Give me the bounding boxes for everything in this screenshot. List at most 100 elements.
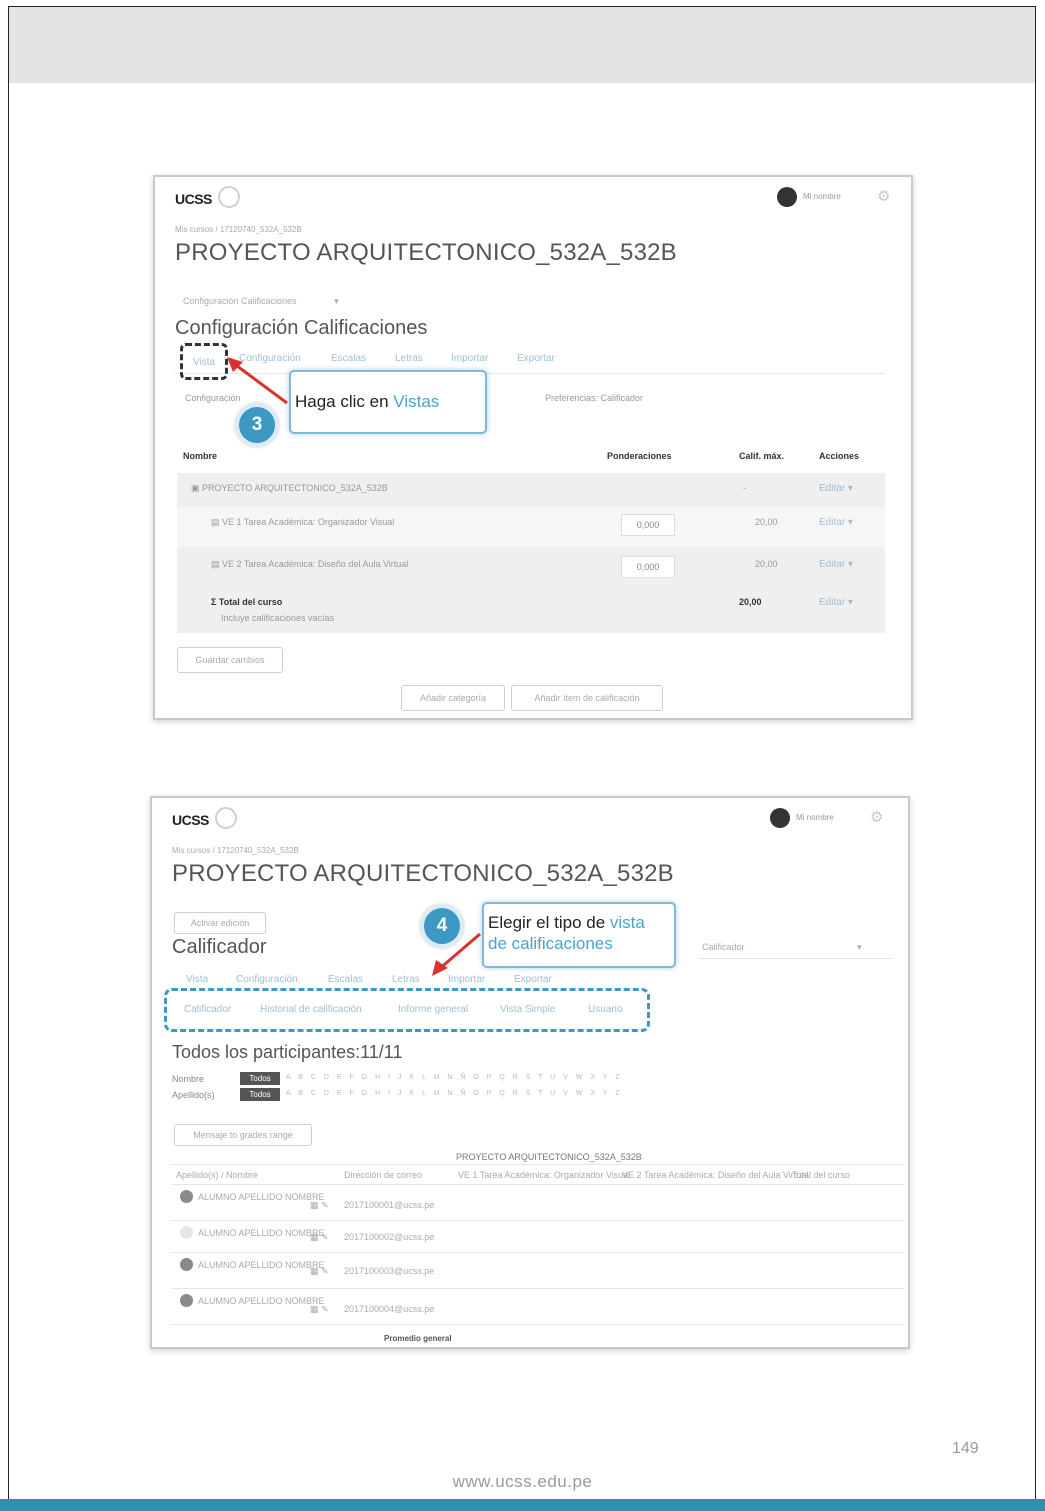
gear-icon[interactable]: ⚙ xyxy=(870,808,883,826)
student-email: 2017100001@ucss.pe xyxy=(344,1200,435,1210)
view-informe-general[interactable]: Informe general xyxy=(398,1004,468,1015)
student-name[interactable]: ALUMNO APELLIDO NOMBRE xyxy=(198,1260,325,1270)
header-band xyxy=(9,7,1035,83)
gear-icon[interactable]: ⚙ xyxy=(877,187,890,205)
view-vista-simple[interactable]: Vista Simple xyxy=(500,1004,555,1015)
grid-divider xyxy=(172,1164,904,1165)
grade-analysis-icon[interactable]: ▦ ✎ xyxy=(310,1232,329,1243)
tab-escalas[interactable]: Escalas xyxy=(328,974,363,985)
category-name[interactable]: ▣ PROYECTO ARQUITECTONICO_532A_532B xyxy=(191,483,388,494)
col-email[interactable]: Dirección de correo xyxy=(344,1170,422,1180)
user-picture[interactable] xyxy=(180,1190,193,1203)
breadcrumb[interactable]: Mis cursos / 17120740_532A_532B xyxy=(175,225,302,234)
assignment-icon: ▤ xyxy=(211,559,220,569)
surname-letter-filters[interactable]: A B C D E F G H I J K L M N Ñ O P Q R S … xyxy=(286,1090,623,1097)
select-underline xyxy=(698,958,892,959)
user-picture[interactable] xyxy=(180,1258,193,1271)
grade-analysis-icon[interactable]: ▦ ✎ xyxy=(310,1266,329,1277)
grade-item-name[interactable]: ▤ VE 1 Tarea Académica: Organizador Visu… xyxy=(211,517,394,528)
grade-item-max: 20,00 xyxy=(755,559,778,569)
folder-icon: ▣ xyxy=(191,483,200,493)
tab-exportar[interactable]: Exportar xyxy=(517,353,555,364)
message-button[interactable]: Mensaje to grades range xyxy=(174,1124,312,1146)
course-total-note: Incluye calificaciones vacías xyxy=(221,613,335,623)
first-name-filter-label: Nombre xyxy=(172,1074,205,1084)
view-usuario[interactable]: Usuario xyxy=(588,1004,622,1015)
student-name[interactable]: ALUMNO APELLIDO NOMBRE xyxy=(198,1228,325,1238)
surname-filter-label: Apellido(s) xyxy=(172,1090,215,1100)
grade-item-edit-menu[interactable]: Editar ▾ xyxy=(819,517,853,528)
row-divider xyxy=(172,1288,904,1289)
logo-emblem-icon xyxy=(218,186,240,208)
section-title: Calificador xyxy=(172,936,267,958)
subtab-preferencias[interactable]: Preferencias: Calificador xyxy=(545,393,643,403)
surname-all-filter[interactable]: Todos xyxy=(240,1088,280,1101)
screenshot-grader-report: UCSS Mi nombre ⚙ Mis cursos / 17120740_5… xyxy=(150,796,910,1349)
tab-importar[interactable]: Importar xyxy=(451,353,488,364)
site-logo[interactable]: UCSS xyxy=(172,812,209,828)
student-email: 2017100004@ucss.pe xyxy=(344,1304,435,1314)
step-badge-4: 4 xyxy=(420,904,464,948)
col-surname[interactable]: Apellido(s) / Nombre xyxy=(176,1170,258,1180)
report-select[interactable]: Calificador ▾ xyxy=(702,942,862,953)
add-category-button[interactable]: Añadir categoría xyxy=(401,685,505,711)
section-title: Configuración Calificaciones xyxy=(175,317,428,339)
view-historial[interactable]: Historial de calificación xyxy=(260,1004,362,1015)
grade-analysis-icon[interactable]: ▦ ✎ xyxy=(310,1200,329,1211)
col-grade-item-2[interactable]: VE 2 Tarea Académica: Diseño del Aula Vi… xyxy=(622,1170,808,1180)
tab-escalas[interactable]: Escalas xyxy=(331,353,366,364)
col-header-weights: Ponderaciones xyxy=(607,451,672,461)
step-badge-3: 3 xyxy=(235,403,279,447)
category-edit-menu[interactable]: Editar ▾ xyxy=(819,483,853,494)
user-avatar[interactable] xyxy=(777,187,797,207)
course-total-edit-menu[interactable]: Editar ▾ xyxy=(819,597,853,608)
chevron-down-icon: ▾ xyxy=(334,296,339,306)
save-changes-button[interactable]: Guardar cambios xyxy=(177,647,283,673)
first-name-all-filter[interactable]: Todos xyxy=(240,1072,280,1085)
pointer-arrow-icon xyxy=(227,357,288,405)
course-title: PROYECTO ARQUITECTONICO_532A_532B xyxy=(175,239,677,266)
grade-item-max: 20,00 xyxy=(755,517,778,527)
assignment-icon: ▤ xyxy=(211,517,220,527)
student-name[interactable]: ALUMNO APELLIDO NOMBRE xyxy=(198,1296,325,1306)
add-grade-item-button[interactable]: Añadir ítem de calificación xyxy=(511,685,663,711)
view-dropdown[interactable]: Configuración Calificaciones ▾ xyxy=(183,296,339,307)
breadcrumb[interactable]: Mis cursos / 17120740_532A_532B xyxy=(172,846,299,855)
student-email: 2017100003@ucss.pe xyxy=(344,1266,435,1276)
col-header-actions: Acciones xyxy=(819,451,860,461)
tab-vista[interactable]: Vista xyxy=(186,974,208,985)
footer-url[interactable]: www.ucss.edu.pe xyxy=(0,1472,1045,1492)
weight-input[interactable]: 0,000 xyxy=(621,556,675,578)
highlight-vista-tab xyxy=(180,343,228,380)
grade-analysis-icon[interactable]: ▦ ✎ xyxy=(310,1304,329,1315)
first-name-letter-filters[interactable]: A B C D E F G H I J K L M N Ñ O P Q R S … xyxy=(286,1074,623,1081)
col-header-max: Calif. máx. xyxy=(739,451,785,461)
weight-input[interactable]: 0,000 xyxy=(621,514,675,536)
tab-exportar[interactable]: Exportar xyxy=(514,974,552,985)
grade-item-edit-menu[interactable]: Editar ▾ xyxy=(819,559,853,570)
user-name[interactable]: Mi nombre xyxy=(803,192,841,201)
tab-letras[interactable]: Letras xyxy=(392,974,420,985)
student-name[interactable]: ALUMNO APELLIDO NOMBRE xyxy=(198,1192,325,1202)
row-divider xyxy=(172,1220,904,1221)
logo-emblem-icon xyxy=(215,807,237,829)
screenshot-gradebook-setup: UCSS Mi nombre ⚙ Mis cursos / 17120740_5… xyxy=(153,175,913,720)
category-max: - xyxy=(743,483,746,493)
tab-configuracion[interactable]: Configuración xyxy=(236,974,298,985)
user-picture[interactable] xyxy=(180,1294,193,1307)
page-number: 149 xyxy=(952,1440,979,1457)
tab-letras[interactable]: Letras xyxy=(395,353,423,364)
col-course-total[interactable]: Total del curso xyxy=(792,1170,850,1180)
grade-item-name[interactable]: ▤ VE 2 Tarea Académica: Diseño del Aula … xyxy=(211,559,408,570)
turn-editing-on-button[interactable]: Activar edición xyxy=(174,912,266,934)
course-total-max: 20,00 xyxy=(739,597,762,607)
user-avatar[interactable] xyxy=(770,808,790,828)
col-grade-item-1[interactable]: VE 1 Tarea Académica: Organizador Visual xyxy=(458,1170,630,1180)
user-picture[interactable] xyxy=(180,1226,193,1239)
instruction-callout: Haga clic en Vistas xyxy=(289,370,487,434)
site-logo[interactable]: UCSS xyxy=(175,191,212,207)
view-calificador[interactable]: Calificador xyxy=(184,1004,231,1015)
course-total-name: Σ Total del curso xyxy=(211,597,283,607)
overall-average-label: Promedio general xyxy=(384,1334,452,1343)
user-name[interactable]: Mi nombre xyxy=(796,813,834,822)
